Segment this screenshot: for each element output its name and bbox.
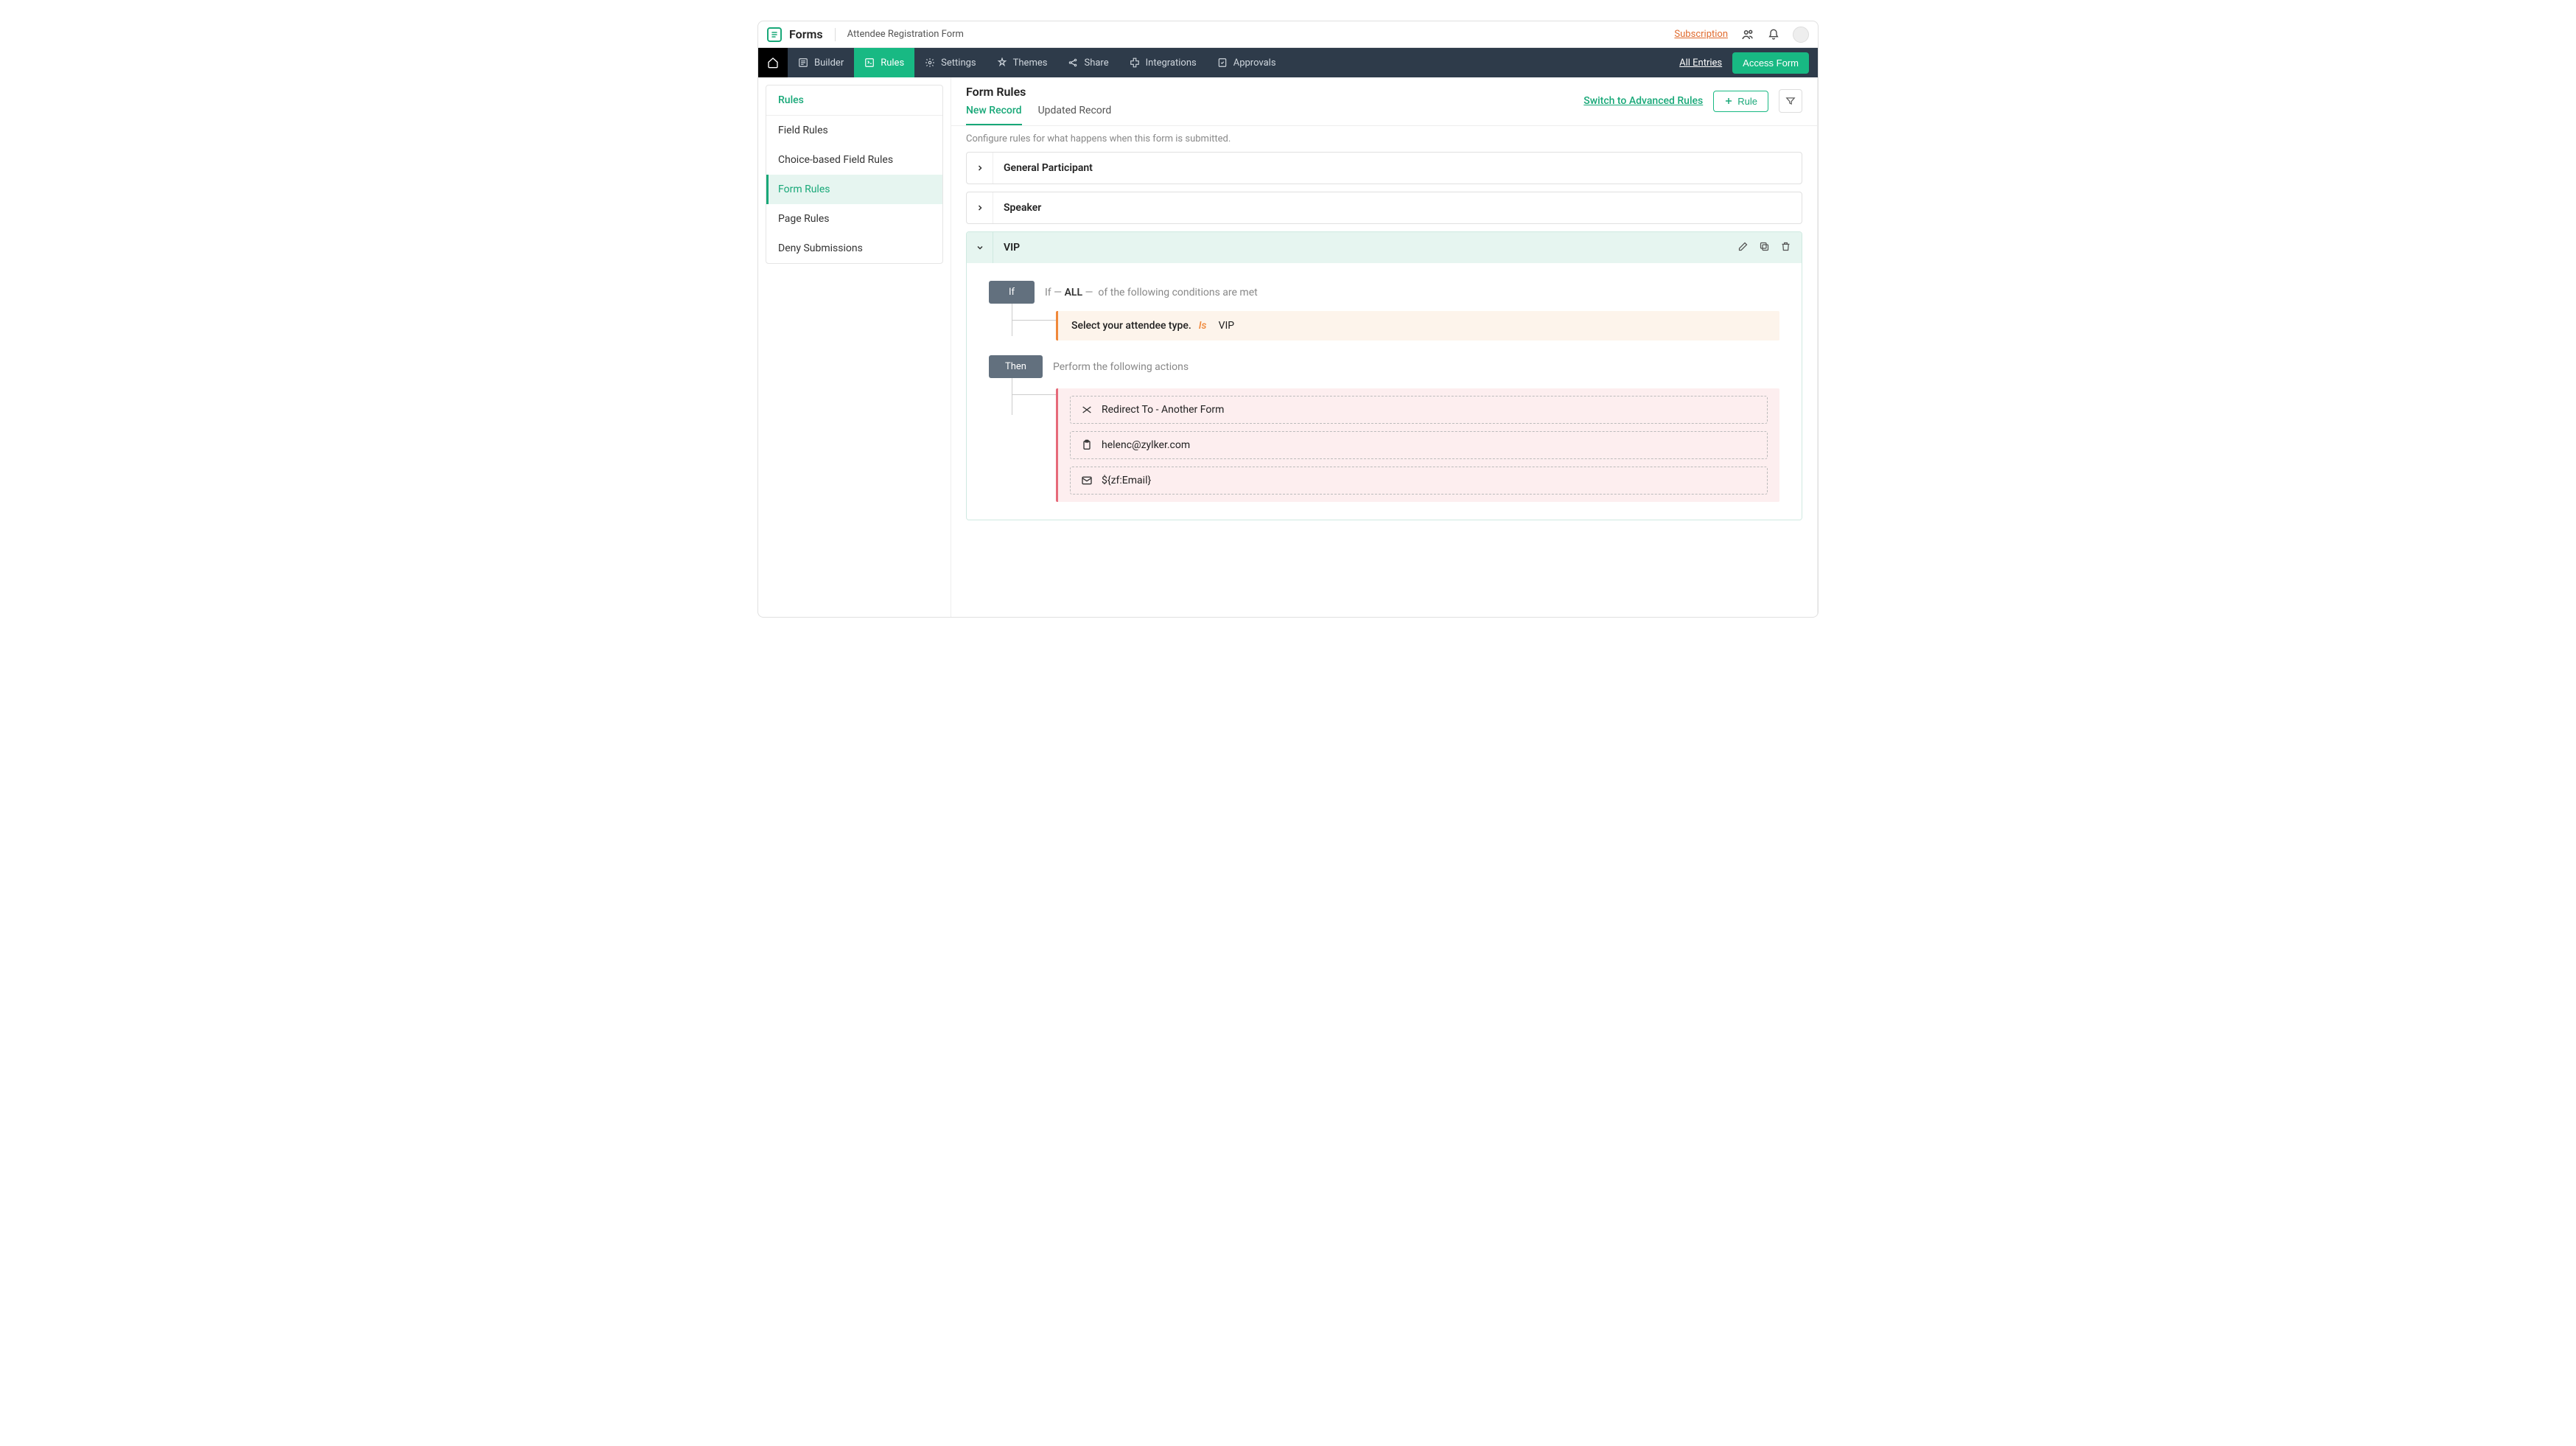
chevron-right-icon [976,203,984,212]
content: Form Rules New Record Updated Record Swi… [951,77,1818,617]
rule-row-vip: VIP If If — ALL — [966,231,1802,520]
divider [835,28,836,41]
content-title: Form Rules [966,85,1111,99]
clipboard-icon [1081,439,1093,451]
sidebar-item-deny-submissions[interactable]: Deny Submissions [766,234,942,263]
action-text: helenc@zylker.com [1102,439,1190,451]
rule-row-general[interactable]: General Participant [966,152,1802,184]
nav-label: Builder [814,57,844,69]
sidebar: Rules Field Rules Choice-based Field Rul… [758,77,951,617]
content-head: Form Rules New Record Updated Record Swi… [951,77,1817,126]
sidebar-card: Rules Field Rules Choice-based Field Rul… [766,85,943,264]
nav-approvals[interactable]: Approvals [1207,48,1287,77]
action-text: ${zf:Email} [1102,475,1151,486]
brand-label: Forms [789,27,823,41]
nav-label: Rules [881,57,904,69]
nav-label: Integrations [1146,57,1197,69]
main: Rules Field Rules Choice-based Field Rul… [758,77,1818,617]
rule-btn-label: Rule [1737,96,1757,107]
filter-button[interactable] [1779,89,1802,113]
nav-settings[interactable]: Settings [914,48,986,77]
topbar: Forms Attendee Registration Form Subscri… [758,21,1818,48]
nav-label: Themes [1013,57,1048,69]
rule-expanded-head[interactable]: VIP [967,232,1802,263]
sidebar-item-form-rules[interactable]: Form Rules [766,175,942,204]
expand-toggle[interactable] [967,153,993,184]
if-text: If — ALL — of the following conditions a… [1045,287,1258,298]
rule-body: If If — ALL — of the following condition… [967,263,1802,520]
form-name: Attendee Registration Form [847,29,964,40]
subscription-link[interactable]: Subscription [1674,29,1728,40]
condition-operator: Is [1199,320,1207,332]
bell-icon[interactable] [1768,29,1779,41]
nav-share[interactable]: Share [1057,48,1119,77]
tabs: New Record Updated Record [966,105,1111,125]
if-tree: Select your attendee type. Is VIP [1012,304,1779,340]
users-icon[interactable] [1741,28,1754,41]
topbar-right: Subscription [1674,27,1809,43]
condition-value: VIP [1219,320,1235,332]
action-assign: helenc@zylker.com [1070,431,1768,459]
then-badge: Then [989,355,1043,378]
app-logo [767,27,782,42]
content-head-left: Form Rules New Record Updated Record [966,85,1111,125]
chevron-down-icon [976,243,984,252]
if-badge: If [989,281,1035,304]
sidebar-heading: Rules [766,85,942,116]
nav-themes[interactable]: Themes [987,48,1058,77]
rule-actions [1737,241,1802,255]
content-head-right: Switch to Advanced Rules Rule [1583,85,1802,113]
sidebar-item-field-rules[interactable]: Field Rules [766,116,942,145]
rule-title: Speaker [993,202,1802,214]
redirect-icon [1081,404,1093,416]
rule-row-speaker[interactable]: Speaker [966,192,1802,224]
access-form-button[interactable]: Access Form [1732,52,1809,74]
nav-right: All Entries Access Form [1679,48,1818,77]
filter-icon [1785,96,1796,106]
navbar: Builder Rules Settings Themes Share Inte… [758,48,1818,77]
action-text: Redirect To - Another Form [1102,404,1224,416]
condition-box: Select your attendee type. Is VIP [1056,311,1779,340]
action-email: ${zf:Email} [1070,467,1768,495]
nav-integrations[interactable]: Integrations [1119,48,1207,77]
add-rule-button[interactable]: Rule [1713,91,1768,112]
sidebar-item-page-rules[interactable]: Page Rules [766,204,942,234]
edit-icon[interactable] [1737,241,1749,255]
nav-builder[interactable]: Builder [788,48,854,77]
rule-title: VIP [993,242,1737,254]
if-row: If If — ALL — of the following condition… [989,281,1779,304]
then-text: Perform the following actions [1053,361,1189,373]
then-tree: Redirect To - Another Form helenc@zylker… [1012,378,1779,502]
all-entries-link[interactable]: All Entries [1679,57,1722,69]
condition-field: Select your attendee type. [1071,320,1191,332]
expand-toggle[interactable] [967,192,993,223]
copy-icon[interactable] [1759,241,1770,255]
nav-label: Approvals [1233,57,1276,69]
nav-label: Share [1084,57,1108,69]
nav-home[interactable] [758,48,788,77]
rules-area: General Participant Speaker VIP [951,152,1817,535]
sidebar-item-choice-rules[interactable]: Choice-based Field Rules [766,145,942,175]
tab-updated-record[interactable]: Updated Record [1038,105,1112,125]
advanced-rules-link[interactable]: Switch to Advanced Rules [1583,95,1703,107]
actions-wrap: Redirect To - Another Form helenc@zylker… [1056,388,1779,502]
action-redirect: Redirect To - Another Form [1070,396,1768,424]
delete-icon[interactable] [1780,241,1791,255]
tab-new-record[interactable]: New Record [966,105,1022,125]
then-row: Then Perform the following actions [989,355,1779,378]
mail-icon [1081,475,1093,486]
nav-label: Settings [941,57,976,69]
content-description: Configure rules for what happens when th… [951,126,1817,152]
rule-title: General Participant [993,162,1802,174]
collapse-toggle[interactable] [967,232,993,263]
chevron-right-icon [976,164,984,172]
nav-rules[interactable]: Rules [854,48,914,77]
app-frame: Forms Attendee Registration Form Subscri… [757,21,1819,618]
avatar[interactable] [1793,27,1809,43]
